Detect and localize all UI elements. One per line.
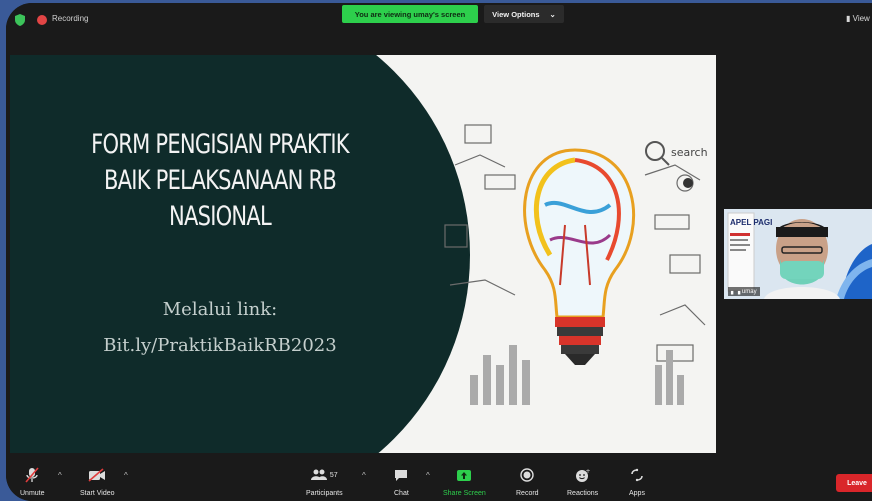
signal-icon: ▖▗: [731, 289, 741, 295]
participants-count: 57: [329, 471, 338, 479]
apps-label: Apps: [629, 490, 645, 497]
chevron-up-icon[interactable]: ^: [362, 471, 366, 480]
recording-icon: [37, 15, 47, 25]
record-icon: [520, 467, 534, 483]
view-button[interactable]: ▮ View: [846, 14, 870, 23]
chevron-down-icon: ⌄: [549, 9, 556, 19]
slide-subtitle: Melalui link:: [162, 299, 278, 320]
participant-name-label: ▖▗ umay: [728, 287, 760, 296]
microphone-muted-icon: [25, 467, 39, 483]
chat-icon: [394, 467, 408, 483]
recording-label: Recording: [52, 14, 89, 23]
chat-button[interactable]: Chat: [394, 467, 409, 497]
svg-text:APEL PAGI: APEL PAGI: [730, 218, 772, 227]
zoom-window: Recording You are viewing umay's screen …: [6, 3, 872, 501]
chevron-up-icon[interactable]: ^: [426, 471, 430, 480]
top-bar: Recording You are viewing umay's screen …: [6, 3, 872, 33]
unmute-button[interactable]: Unmute: [20, 467, 45, 497]
start-video-button[interactable]: Start Video: [80, 467, 115, 497]
grid-icon: ▮: [846, 14, 851, 23]
participants-icon: 57: [310, 467, 338, 483]
view-options-label: View Options: [492, 9, 540, 19]
view-options-button[interactable]: View Options ⌄: [484, 5, 564, 23]
slide-title: FORM PENGISIAN PRAKTIK BAIK PELAKSANAAN …: [87, 127, 352, 235]
svg-text:search: search: [671, 146, 708, 159]
chevron-up-icon[interactable]: ^: [124, 471, 128, 480]
chat-label: Chat: [394, 490, 409, 497]
participants-label: Participants: [306, 490, 343, 497]
participant-video-tile[interactable]: APEL PAGI ▖▗ umay: [724, 209, 872, 299]
slide-title-line: NASIONAL: [169, 200, 272, 232]
svg-text:+: +: [586, 468, 591, 475]
unmute-label: Unmute: [20, 490, 45, 497]
slide-dark-panel: [10, 55, 470, 453]
smiley-icon: +: [575, 467, 590, 483]
viewing-banner: You are viewing umay's screen: [342, 5, 478, 23]
shared-screen: FORM PENGISIAN PRAKTIK BAIK PELAKSANAAN …: [10, 55, 716, 453]
meeting-toolbar: Unmute ^ Start Video ^ 57 Participants ^…: [6, 463, 872, 501]
view-button-label: View: [852, 14, 870, 23]
reactions-button[interactable]: + Reactions: [567, 467, 599, 498]
slide-title-line: FORM PENGISIAN PRAKTIK: [91, 129, 349, 160]
apps-button[interactable]: Apps: [629, 467, 645, 497]
lightbulb-icon: [523, 148, 636, 365]
lightbulb-illustration: search: [444, 124, 708, 405]
slide-link: Bit.ly/PraktikBaikRB2023: [103, 335, 337, 356]
share-screen-button[interactable]: Share Screen: [443, 467, 486, 497]
reactions-label: Reactions: [567, 490, 599, 497]
slide-title-line: BAIK PELAKSANAAN RB: [103, 164, 337, 196]
apps-icon: [630, 467, 644, 483]
share-screen-icon: [456, 467, 472, 483]
participants-button[interactable]: 57 Participants: [306, 467, 343, 497]
start-video-label: Start Video: [80, 490, 115, 497]
participant-video: APEL PAGI: [724, 209, 872, 299]
video-off-icon: [88, 467, 106, 483]
leave-button[interactable]: Leave: [836, 474, 872, 492]
share-screen-label: Share Screen: [443, 490, 486, 497]
participant-name: umay: [741, 289, 757, 295]
record-label: Record: [516, 490, 539, 497]
record-button[interactable]: Record: [516, 467, 539, 497]
chevron-up-icon[interactable]: ^: [58, 471, 62, 480]
shield-icon[interactable]: [15, 14, 25, 26]
search-icon: search: [645, 141, 708, 166]
